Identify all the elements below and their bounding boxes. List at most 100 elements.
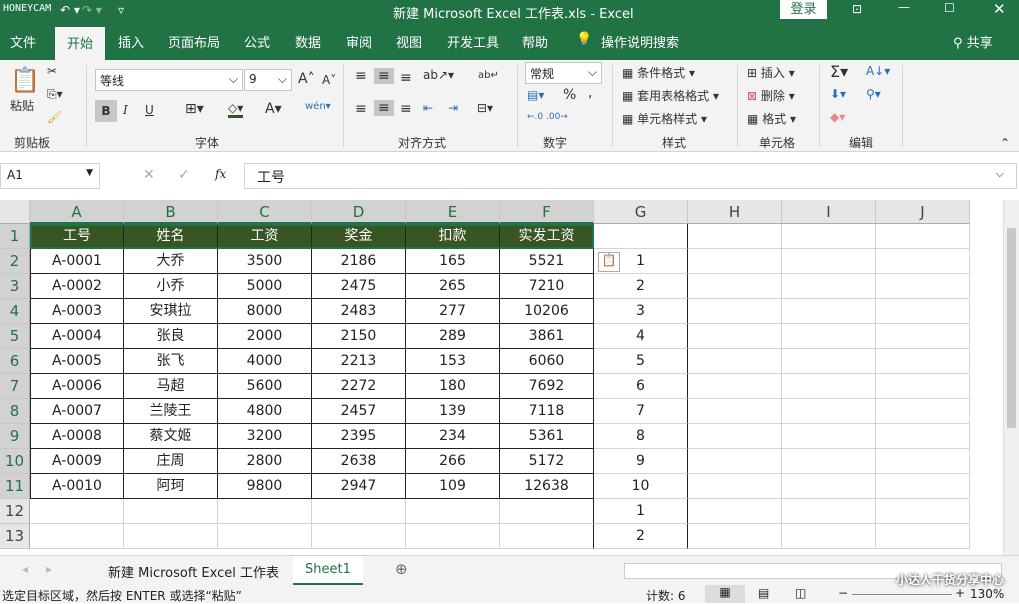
select-all-corner[interactable] xyxy=(0,200,30,224)
customize-qat-icon[interactable]: ▿ xyxy=(118,3,124,17)
percent-button[interactable]: % xyxy=(563,87,576,103)
cell[interactable]: 3500 xyxy=(218,249,312,274)
cell[interactable]: 165 xyxy=(406,249,500,274)
cell[interactable]: 2150 xyxy=(312,324,406,349)
cell[interactable]: 兰陵王 xyxy=(124,399,218,424)
cell[interactable]: 9 xyxy=(594,449,688,474)
cell[interactable]: A-0003 xyxy=(30,299,124,324)
cell[interactable]: A-0005 xyxy=(30,349,124,374)
cell[interactable] xyxy=(876,274,970,299)
row-header-10[interactable]: 10 xyxy=(0,449,30,474)
cell[interactable]: 180 xyxy=(406,374,500,399)
undo-icon[interactable]: ↶ ▾ xyxy=(60,3,80,17)
cell[interactable]: 7 xyxy=(594,399,688,424)
column-header-e[interactable]: E xyxy=(406,200,500,224)
cell[interactable] xyxy=(124,499,218,524)
cell[interactable] xyxy=(876,249,970,274)
merge-center-icon[interactable]: ⊟▾ xyxy=(477,101,493,115)
cell[interactable]: A-0002 xyxy=(30,274,124,299)
cell[interactable]: A-0006 xyxy=(30,374,124,399)
cell[interactable] xyxy=(688,374,782,399)
insert-function-button[interactable]: fx xyxy=(215,167,226,181)
find-icon[interactable]: ⚲▾ xyxy=(866,87,881,101)
row-header-1[interactable]: 1 xyxy=(0,224,30,249)
fill-color-icon[interactable]: ◇▾ xyxy=(228,101,244,118)
enter-icon[interactable]: ✓ xyxy=(178,167,190,183)
tab-review[interactable]: 审阅 xyxy=(346,32,372,51)
zoom-in-button[interactable]: + xyxy=(955,586,965,600)
align-center-icon[interactable]: ≡ xyxy=(374,100,394,116)
name-box[interactable]: A1 ▼ xyxy=(0,163,100,189)
page-break-view-icon[interactable]: ◫ xyxy=(795,586,806,600)
share-button[interactable]: ⚲ 共享 xyxy=(953,32,993,51)
prev-sheet-icon[interactable]: ◂ xyxy=(22,562,28,576)
copy-icon[interactable]: ⎘▾ xyxy=(47,87,63,102)
cell[interactable]: A-0010 xyxy=(30,474,124,499)
cell[interactable]: 2186 xyxy=(312,249,406,274)
tab-data[interactable]: 数据 xyxy=(295,32,321,51)
cancel-icon[interactable]: ✕ xyxy=(143,167,155,183)
cell[interactable]: 10 xyxy=(594,474,688,499)
cell[interactable]: 5521 xyxy=(500,249,594,274)
font-size-select[interactable]: 9 ⌵ xyxy=(244,69,292,91)
cell[interactable] xyxy=(876,449,970,474)
delete-cells-button[interactable]: ⊠ 删除 ▾ xyxy=(747,87,795,104)
column-header-h[interactable]: H xyxy=(688,200,782,224)
cell[interactable]: 2638 xyxy=(312,449,406,474)
vertical-scrollbar[interactable] xyxy=(1003,200,1019,555)
cell[interactable] xyxy=(782,299,876,324)
cell[interactable] xyxy=(876,474,970,499)
cell[interactable]: 2 xyxy=(594,524,688,549)
cell[interactable]: 2483 xyxy=(312,299,406,324)
collapse-ribbon-icon[interactable]: ⌃ xyxy=(1000,136,1010,150)
cell[interactable] xyxy=(688,249,782,274)
cell[interactable] xyxy=(688,524,782,549)
decrease-indent-icon[interactable]: ⇤ xyxy=(423,101,433,115)
column-header-b[interactable]: B xyxy=(124,200,218,224)
table-header-cell[interactable]: 扣款 xyxy=(406,224,500,249)
cell[interactable] xyxy=(500,524,594,549)
cell[interactable]: 289 xyxy=(406,324,500,349)
cell[interactable]: A-0009 xyxy=(30,449,124,474)
cell[interactable]: 5600 xyxy=(218,374,312,399)
format-cells-button[interactable]: ▦ 格式 ▾ xyxy=(747,110,796,127)
conditional-format-button[interactable]: ▦ 条件格式 ▾ xyxy=(622,64,695,81)
column-header-c[interactable]: C xyxy=(218,200,312,224)
tab-formulas[interactable]: 公式 xyxy=(244,32,270,51)
normal-view-icon[interactable]: ▦ xyxy=(705,585,745,603)
cell[interactable] xyxy=(688,274,782,299)
cell[interactable] xyxy=(782,499,876,524)
cell[interactable] xyxy=(876,324,970,349)
maximize-button[interactable]: ☐ xyxy=(944,1,955,15)
cell[interactable] xyxy=(688,474,782,499)
cell[interactable]: 139 xyxy=(406,399,500,424)
cell[interactable]: 6060 xyxy=(500,349,594,374)
cell[interactable] xyxy=(876,224,970,249)
row-header-13[interactable]: 13 xyxy=(0,524,30,549)
cell[interactable]: 10206 xyxy=(500,299,594,324)
cell[interactable]: 张飞 xyxy=(124,349,218,374)
cell[interactable]: 7210 xyxy=(500,274,594,299)
cell[interactable] xyxy=(782,349,876,374)
align-middle-icon[interactable]: ≡ xyxy=(374,68,394,84)
sheet-tab-sheet1[interactable]: Sheet1 xyxy=(293,556,363,585)
cell[interactable] xyxy=(688,499,782,524)
accounting-icon[interactable]: ▤▾ xyxy=(527,88,544,102)
cell[interactable]: 小乔 xyxy=(124,274,218,299)
scroll-thumb[interactable] xyxy=(1007,228,1016,428)
cell-styles-button[interactable]: ▦ 单元格样式 ▾ xyxy=(622,110,707,127)
row-header-2[interactable]: 2 xyxy=(0,249,30,274)
formula-input[interactable]: 工号 ⌵ xyxy=(244,163,1017,189)
insert-cells-button[interactable]: ⊞ 插入 ▾ xyxy=(747,64,795,81)
row-header-6[interactable]: 6 xyxy=(0,349,30,374)
borders-icon[interactable]: ⊞▾ xyxy=(185,101,204,117)
cell[interactable]: 3861 xyxy=(500,324,594,349)
cell[interactable]: 庄周 xyxy=(124,449,218,474)
cell[interactable] xyxy=(782,249,876,274)
cell[interactable]: 7692 xyxy=(500,374,594,399)
italic-button[interactable]: I xyxy=(123,103,128,117)
cell[interactable] xyxy=(406,499,500,524)
number-format-select[interactable]: 常规 ⌵ xyxy=(525,62,602,84)
cell[interactable]: 2947 xyxy=(312,474,406,499)
cell[interactable] xyxy=(688,449,782,474)
